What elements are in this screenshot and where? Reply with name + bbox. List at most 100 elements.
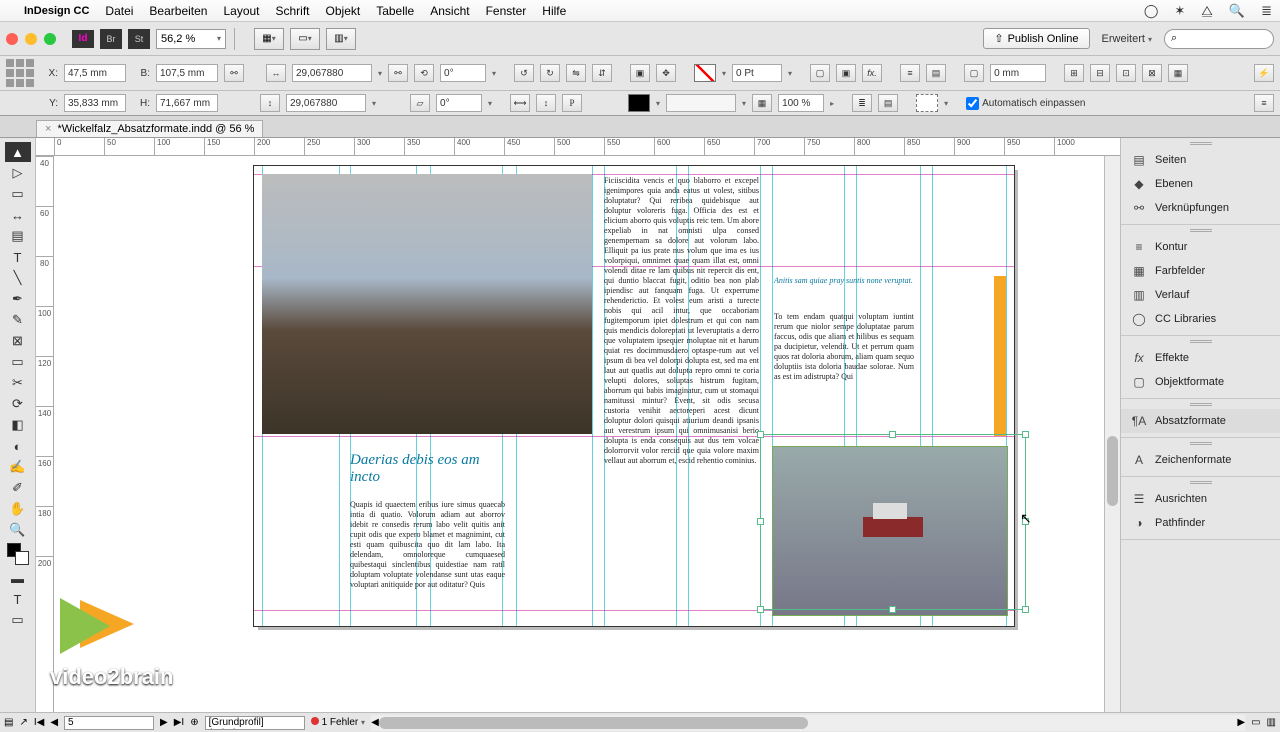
menu-object[interactable]: Objekt (326, 4, 361, 18)
constrain-scale-icon[interactable]: ⚯ (388, 64, 408, 82)
panel-object-styles[interactable]: ▢Objektformate (1121, 370, 1280, 394)
free-transform-tool[interactable]: ⟳ (5, 394, 31, 414)
rectangle-frame-tool[interactable]: ⊠ (5, 331, 31, 351)
wrap-bounding-button[interactable]: ▤ (926, 64, 946, 82)
horizontal-scrollbar[interactable] (379, 715, 1238, 731)
document-tab[interactable]: × *Wickelfalz_Absatzformate.indd @ 56 % (36, 120, 263, 137)
image-frame-cliff[interactable] (262, 174, 592, 434)
flip-v2-button[interactable]: ↕ (536, 94, 556, 112)
x-field[interactable]: 47,5 mm (64, 64, 126, 82)
panel-pages[interactable]: ▤Seiten (1121, 148, 1280, 172)
y-field[interactable]: 35,833 mm (64, 94, 126, 112)
hscroll-left-button[interactable]: ◀ (371, 717, 379, 728)
page-first-button[interactable]: I◀ (34, 717, 44, 728)
pasteboard[interactable]: Daerias debis eos am incto Quapis id qua… (54, 156, 1120, 712)
zoom-level-field[interactable]: 56,2 %▾ (156, 29, 226, 49)
corner-shape-swatch[interactable] (916, 94, 938, 112)
bridge-button[interactable]: Br (100, 29, 122, 49)
fit-frame-button-5[interactable]: ▦ (1168, 64, 1188, 82)
status-export-icon[interactable]: ↗ (19, 717, 27, 728)
rotate-field[interactable]: 0° (440, 64, 486, 82)
stroke-swatch[interactable] (628, 94, 650, 112)
panel-menu-button[interactable]: ≡ (1254, 94, 1274, 112)
spotlight-icon[interactable]: 🔍 (1229, 3, 1245, 19)
status-zoom-icon[interactable]: ▤ (4, 717, 13, 728)
preflight-profile-field[interactable]: [Grundprofil] (Arbeitsp... (205, 716, 305, 730)
body-text-col3[interactable]: To tem endam quatqui voluptam iuntint re… (774, 312, 914, 422)
select-container-button[interactable]: ▣ (630, 64, 650, 82)
panel-character-styles[interactable]: AZeichenformate (1121, 448, 1280, 472)
close-tab-icon[interactable]: × (45, 123, 51, 135)
horizontal-ruler[interactable]: 0501001502002503003504004505005506006507… (36, 138, 1120, 156)
fit-frame-button-2[interactable]: ⊟ (1090, 64, 1110, 82)
panel-stroke[interactable]: ≡Kontur (1121, 235, 1280, 259)
help-search-field[interactable]: ⌕ (1164, 29, 1274, 49)
line-tool[interactable]: ╲ (5, 268, 31, 288)
arrange-documents-button[interactable]: ▥▾ (326, 28, 356, 50)
corner-size-field[interactable]: 0 mm (990, 64, 1046, 82)
screen-mode-tool[interactable]: ▭ (5, 610, 31, 630)
stock-button[interactable]: St (128, 29, 150, 49)
window-close-button[interactable] (6, 33, 18, 45)
caption-text[interactable]: Anitis sam quiae pray suntis none verupt… (774, 276, 914, 316)
hscroll-right-button[interactable]: ▶ (1237, 717, 1245, 728)
pen-tool[interactable]: ✒ (5, 289, 31, 309)
page-last-button[interactable]: ▶I (174, 717, 184, 728)
gradient-feather-tool[interactable]: ◐ (5, 436, 31, 456)
body-text-col1[interactable]: Quapis id quaectem eribus iure simus qua… (350, 500, 505, 608)
corner-options-button[interactable]: ▢ (964, 64, 984, 82)
rotate-cw-button[interactable]: ↻ (540, 64, 560, 82)
wrap-none-button[interactable]: ≡ (900, 64, 920, 82)
shear-field[interactable]: 0° (436, 94, 482, 112)
gradient-swatch-tool[interactable]: ◧ (5, 415, 31, 435)
panel-effects[interactable]: fxEffekte (1121, 346, 1280, 370)
selection-tool[interactable]: ▲ (5, 142, 31, 162)
screen-mode-button[interactable]: ▭▾ (290, 28, 320, 50)
view-options-button[interactable]: ▦▾ (254, 28, 284, 50)
menu-edit[interactable]: Bearbeiten (149, 4, 207, 18)
menu-layout[interactable]: Layout (223, 4, 259, 18)
menu-extras-icon[interactable]: ≣ (1261, 3, 1272, 19)
quick-apply-button[interactable]: ⚡ (1254, 64, 1274, 82)
vertical-scrollbar[interactable] (1104, 156, 1120, 712)
fit-content-prop-button[interactable]: ▣ (836, 64, 856, 82)
window-zoom-button[interactable] (44, 33, 56, 45)
open-nav-icon[interactable]: ⊕ (190, 717, 198, 728)
fit-frame-button-3[interactable]: ⊡ (1116, 64, 1136, 82)
fit-frame-button-4[interactable]: ⊠ (1142, 64, 1162, 82)
h-field[interactable]: 71,667 mm (156, 94, 218, 112)
zoom-tool[interactable]: 🔍 (5, 520, 31, 540)
scale-x-field[interactable]: 29,067880 (292, 64, 372, 82)
menu-table[interactable]: Tabelle (376, 4, 414, 18)
app-name[interactable]: InDesign CC (24, 5, 89, 17)
body-text-col2[interactable]: Ficiiscidita vencis et quo blaborro et e… (604, 176, 759, 534)
vertical-ruler[interactable]: 406080100120140160180200 (36, 156, 54, 712)
type-tool[interactable]: T (5, 247, 31, 267)
constrain-wh-icon[interactable]: ⚯ (224, 64, 244, 82)
rotate-ccw-button[interactable]: ↺ (514, 64, 534, 82)
reference-point-grid[interactable] (6, 59, 34, 87)
selection-bounding-box[interactable] (760, 434, 1026, 610)
publish-online-button[interactable]: ⇧Publish Online (983, 28, 1089, 49)
menu-view[interactable]: Ansicht (430, 4, 469, 18)
flip-h-button[interactable]: ⇋ (566, 64, 586, 82)
panel-gradient[interactable]: ▥Verlauf (1121, 283, 1280, 307)
rectangle-tool[interactable]: ▭ (5, 352, 31, 372)
wrap-jump-button[interactable]: ≣ (852, 94, 872, 112)
page-next-button[interactable]: ▶ (160, 717, 168, 728)
panel-paragraph-styles[interactable]: ¶AAbsatzformate (1121, 409, 1280, 433)
direct-selection-tool[interactable]: ▷ (5, 163, 31, 183)
scissors-tool[interactable]: ✂ (5, 373, 31, 393)
wifi-icon[interactable]: ⧋ (1201, 3, 1213, 19)
panel-links[interactable]: ⚯Verknüpfungen (1121, 196, 1280, 220)
flip-h2-button[interactable]: ⟷ (510, 94, 530, 112)
panel-layers[interactable]: ◆Ebenen (1121, 172, 1280, 196)
effects-button[interactable]: fx. (862, 64, 882, 82)
window-minimize-button[interactable] (25, 33, 37, 45)
panel-pathfinder[interactable]: ◑Pathfinder (1121, 511, 1280, 535)
w-field[interactable]: 107,5 mm (156, 64, 218, 82)
fill-swatch[interactable] (694, 64, 716, 82)
page-prev-button[interactable]: ◀ (50, 717, 58, 728)
menu-type[interactable]: Schrift (276, 4, 310, 18)
stroke-style-field[interactable] (666, 94, 736, 112)
